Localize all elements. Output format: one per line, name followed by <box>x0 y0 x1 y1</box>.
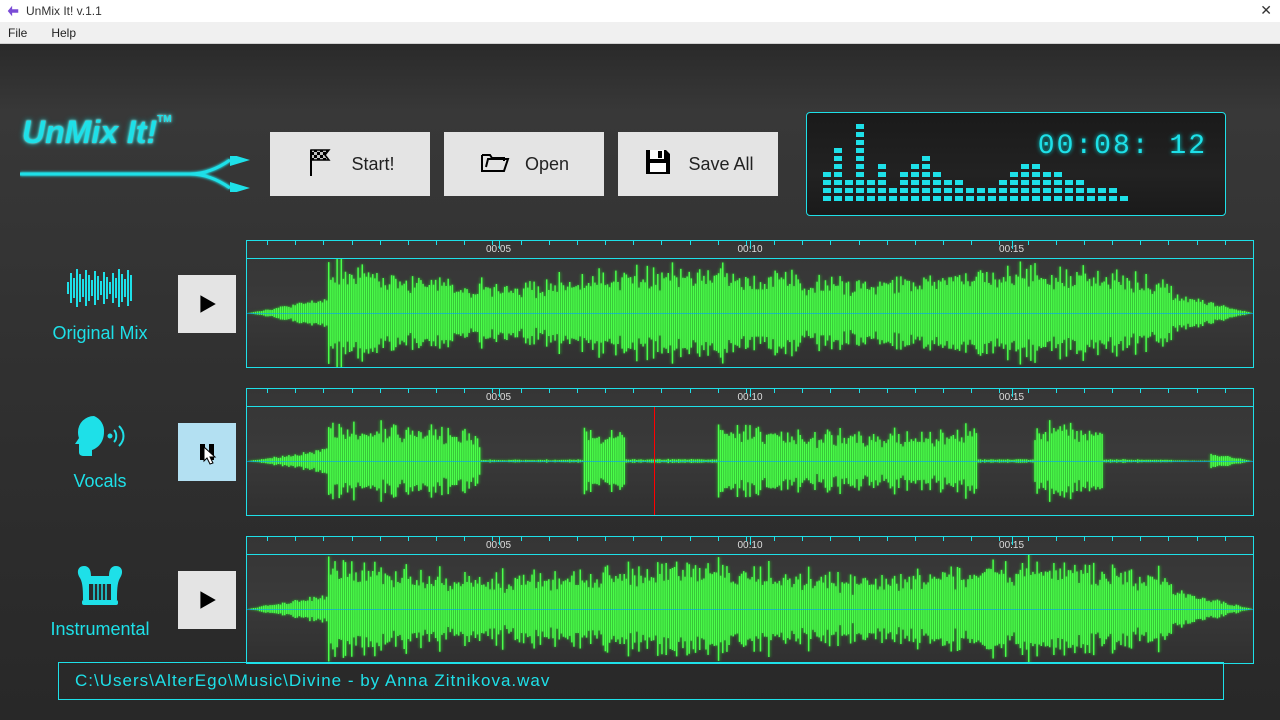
save-all-button[interactable]: Save All <box>618 132 778 196</box>
track-vocals: Vocals 00:0500:1000:15 <box>0 387 1254 517</box>
time-ruler: 00:0500:1000:15 <box>247 537 1253 555</box>
start-button[interactable]: Start! <box>270 132 430 196</box>
track-label-instr: Instrumental <box>30 560 170 640</box>
track-label-text: Instrumental <box>50 619 149 640</box>
menu-help[interactable]: Help <box>51 26 76 40</box>
app-logo: UnMix It!TM <box>22 114 172 151</box>
save-label: Save All <box>688 154 753 175</box>
start-label: Start! <box>351 154 394 175</box>
track-label-text: Original Mix <box>52 323 147 344</box>
waveform-icon <box>64 264 136 317</box>
lyre-icon <box>64 560 136 613</box>
time-panel: 00:08: 12 <box>806 112 1226 216</box>
play-button-instr[interactable] <box>178 571 236 629</box>
workspace: UnMix It!TM Start! Open <box>0 44 1280 720</box>
track-instr: Instrumental 00:0500:1000:15 <box>0 535 1254 665</box>
window-titlebar: UnMix It! v.1.1 ✕ <box>0 0 1280 22</box>
app-icon <box>6 4 20 18</box>
head-speaking-icon <box>64 412 136 465</box>
folder-open-icon <box>479 146 511 183</box>
timecode: 00:08: 12 <box>1038 131 1207 162</box>
menu-file[interactable]: File <box>8 26 27 40</box>
waveform-instr[interactable]: 00:0500:1000:15 <box>246 536 1254 664</box>
logo-split-arrows-icon <box>20 156 250 192</box>
track-original: Original Mix 00:0500:1000:15 <box>0 239 1254 369</box>
flag-icon <box>305 146 337 183</box>
waveform-vocals[interactable]: 00:0500:1000:15 <box>246 388 1254 516</box>
play-button-original[interactable] <box>178 275 236 333</box>
open-button[interactable]: Open <box>444 132 604 196</box>
menubar: File Help <box>0 22 1280 44</box>
time-ruler: 00:0500:1000:15 <box>247 241 1253 259</box>
tracks-area: Original Mix 00:0500:1000:15 Vocals 00:0… <box>0 239 1254 683</box>
close-icon[interactable]: ✕ <box>1260 2 1272 19</box>
toolbar: Start! Open Save All <box>270 132 778 196</box>
track-label-text: Vocals <box>73 471 126 492</box>
track-label-original: Original Mix <box>30 264 170 344</box>
track-label-vocals: Vocals <box>30 412 170 492</box>
time-ruler: 00:0500:1000:15 <box>247 389 1253 407</box>
status-path: C:\Users\AlterEgo\Music\Divine - by Anna… <box>58 662 1224 700</box>
playhead[interactable] <box>654 407 655 515</box>
save-icon <box>642 146 674 183</box>
window-title: UnMix It! v.1.1 <box>26 4 102 18</box>
waveform-original[interactable]: 00:0500:1000:15 <box>246 240 1254 368</box>
open-label: Open <box>525 154 569 175</box>
